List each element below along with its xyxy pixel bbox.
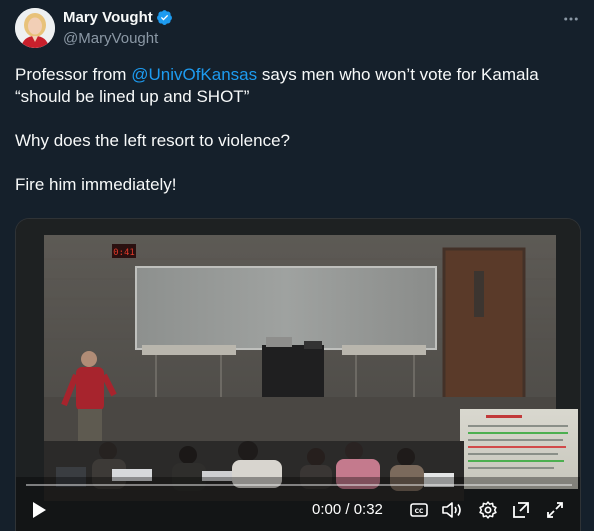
play-button[interactable]: [28, 495, 50, 525]
more-options-button[interactable]: [560, 9, 582, 29]
tweet-line-1: Professor from @UnivOfKansas says men wh…: [15, 64, 580, 86]
tweet-line-1-end: says men who won’t vote for Kamala: [257, 65, 539, 84]
settings-icon: [479, 501, 497, 519]
author-name-row[interactable]: Mary Vought: [63, 9, 173, 26]
svg-text:CC: CC: [415, 508, 424, 515]
popout-button[interactable]: [510, 495, 532, 525]
verified-badge-icon: [156, 10, 172, 25]
tweet-text: Professor from @UnivOfKansas says men wh…: [15, 64, 580, 196]
clock-readout: 0:41: [113, 248, 135, 258]
popout-icon: [513, 502, 529, 518]
progress-bar[interactable]: [26, 484, 572, 486]
fullscreen-icon: [547, 502, 563, 518]
mention-link[interactable]: @UnivOfKansas: [131, 65, 257, 84]
captions-button[interactable]: CC: [408, 495, 430, 525]
video-player[interactable]: 0:41 0:00 / 0:32 CC: [15, 218, 581, 531]
author-handle[interactable]: @MaryVought: [63, 30, 158, 47]
volume-icon: [442, 502, 461, 518]
author-name[interactable]: Mary Vought: [63, 9, 153, 26]
video-controls: 0:00 / 0:32 CC: [16, 495, 580, 531]
play-icon: [33, 502, 46, 518]
volume-button[interactable]: [440, 495, 464, 525]
settings-button[interactable]: [476, 495, 500, 525]
tweet-line-3: Why does the left resort to violence?: [15, 131, 290, 150]
tweet-line-4: Fire him immediately!: [15, 175, 177, 194]
tweet-line-2: “should be lined up and SHOT”: [15, 87, 250, 106]
video-time: 0:00 / 0:32: [312, 501, 383, 518]
tweet-card: Mary Vought @MaryVought Professor from @…: [0, 0, 594, 531]
captions-icon: CC: [410, 503, 428, 517]
fullscreen-button[interactable]: [544, 495, 566, 525]
more-dots-icon: [564, 17, 578, 21]
tweet-line-1-start: Professor from: [15, 65, 132, 84]
avatar[interactable]: [15, 8, 55, 48]
